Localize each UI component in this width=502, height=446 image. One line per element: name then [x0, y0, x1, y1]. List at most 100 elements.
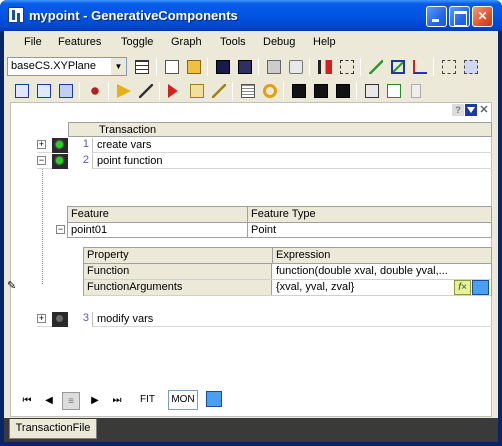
status-indicator-icon[interactable] [52, 312, 68, 327]
transaction-column-header[interactable]: Transaction [68, 122, 492, 137]
toolbar-separator [159, 82, 160, 100]
script-view-icon[interactable]: ≡ [62, 392, 80, 410]
play-icon[interactable] [114, 81, 134, 101]
status-indicator-icon[interactable] [52, 138, 68, 153]
menu-help[interactable]: Help [313, 36, 336, 48]
hierarchy-icon[interactable] [384, 81, 404, 101]
expression-value[interactable]: function(double xval, double yval,... [273, 264, 491, 279]
toolbar-secondary [4, 78, 498, 104]
feature-column-header[interactable]: Feature [68, 207, 248, 223]
component-icon[interactable] [461, 57, 481, 77]
maximize-button[interactable] [449, 6, 470, 27]
step-into-icon[interactable] [315, 57, 335, 77]
first-icon[interactable]: ⏮ [18, 392, 36, 410]
menu-tools[interactable]: Tools [220, 36, 246, 48]
toolbar-main: baseCS.XYPlane ▼ [4, 54, 498, 80]
collapse-graph-icon[interactable] [311, 81, 331, 101]
plane-tool-icon[interactable] [388, 57, 408, 77]
cube-icon[interactable] [362, 81, 382, 101]
edit-pencil-icon: ✎ [7, 280, 17, 292]
tab-transaction-file[interactable]: TransactionFile [9, 419, 97, 439]
last-icon[interactable]: ⏭ [108, 392, 126, 410]
step-play-icon[interactable] [165, 81, 185, 101]
toolbar-separator [232, 82, 233, 100]
graph-link-icon[interactable] [56, 81, 76, 101]
menu-toggle[interactable]: Toggle [121, 36, 153, 48]
property-row[interactable]: FunctionArguments {xval, yval, zval} f× [84, 280, 491, 296]
bottom-tab-strip: TransactionFile [4, 418, 498, 442]
menu-debug[interactable]: Debug [263, 36, 295, 48]
collapse-icon[interactable]: − [56, 225, 65, 234]
tree-connector [42, 169, 43, 284]
save-icon[interactable] [213, 57, 233, 77]
delete-node-icon[interactable] [85, 81, 105, 101]
toolbar-separator [309, 58, 310, 76]
window-frame-bottom [0, 442, 502, 446]
feature-cell[interactable]: − point01 [56, 223, 248, 238]
transaction-name: create vars [97, 139, 152, 151]
list-icon[interactable] [238, 81, 258, 101]
panel-toolbar: ? ✕ [451, 103, 491, 117]
expression-input[interactable]: {xval, yval, zval} [273, 280, 451, 295]
toolbar-separator [207, 58, 208, 76]
line-tool-icon[interactable] [366, 57, 386, 77]
script-icon[interactable] [264, 57, 284, 77]
toolbar-separator [360, 58, 361, 76]
connect-icon[interactable] [209, 81, 229, 101]
grid-icon[interactable] [132, 57, 152, 77]
minimize-button[interactable] [426, 6, 447, 27]
cluster-icon[interactable] [439, 57, 459, 77]
menu-features[interactable]: Features [58, 36, 101, 48]
menu-file[interactable]: File [24, 36, 42, 48]
property-name: Function [84, 264, 272, 279]
list-view-icon[interactable] [206, 391, 222, 407]
transaction-panel: ? ✕ Transaction + 1 create vars − 2 poin… [7, 102, 492, 417]
expression-column-header[interactable]: Expression [273, 248, 491, 264]
dropdown-icon[interactable] [465, 104, 477, 116]
next-icon[interactable]: ▶ [86, 392, 104, 410]
chevron-down-icon[interactable]: ▼ [111, 58, 126, 75]
property-row[interactable]: Function function(double xval, double yv… [84, 264, 491, 280]
mon-button[interactable]: MON [168, 390, 198, 410]
expression-header-label: Expression [276, 249, 331, 261]
toolbar-separator [79, 82, 80, 100]
expand-icon[interactable]: + [37, 314, 46, 323]
new-file-icon[interactable] [162, 57, 182, 77]
feature-type-cell[interactable]: Point [248, 223, 491, 238]
menu-bar: File Features Toggle Graph Tools Debug H… [4, 31, 498, 54]
title-bar[interactable]: mypoint - GenerativeComponents ✕ [0, 0, 502, 31]
menu-graph[interactable]: Graph [171, 36, 202, 48]
expand-icon[interactable]: + [37, 140, 46, 149]
help-icon[interactable]: ? [452, 104, 464, 116]
property-column-header[interactable]: Property [84, 248, 273, 264]
axes-icon[interactable] [410, 57, 430, 77]
transaction-row[interactable]: − 2 point function [37, 154, 492, 169]
graph-layout-icon[interactable] [12, 81, 32, 101]
fit-button[interactable]: FIT [140, 394, 155, 405]
feature-type-column-header[interactable]: Feature Type [248, 207, 491, 223]
graph-tree-icon[interactable] [34, 81, 54, 101]
node-network-icon[interactable] [187, 81, 207, 101]
refresh-icon[interactable] [286, 57, 306, 77]
transaction-row[interactable]: + 3 modify vars [37, 312, 492, 327]
cycle-icon[interactable] [260, 81, 280, 101]
collapse-icon[interactable]: − [37, 156, 46, 165]
pencil-icon[interactable] [136, 81, 156, 101]
transaction-row[interactable]: + 1 create vars [37, 138, 492, 153]
transaction-number: 1 [69, 138, 93, 153]
target-icon[interactable] [337, 57, 357, 77]
previous-icon[interactable]: ◀ [40, 392, 58, 410]
expand-graph-icon[interactable] [289, 81, 309, 101]
toolbar-separator [283, 82, 284, 100]
view-select[interactable]: baseCS.XYPlane ▼ [7, 57, 127, 76]
rearrange-graph-icon[interactable] [333, 81, 353, 101]
transaction-header-label: Transaction [99, 124, 157, 136]
close-icon[interactable]: ✕ [478, 104, 490, 116]
status-indicator-icon[interactable] [52, 154, 68, 169]
save-as-icon[interactable] [235, 57, 255, 77]
edit-grid-icon[interactable] [472, 280, 489, 295]
open-folder-icon[interactable] [184, 57, 204, 77]
function-editor-icon[interactable]: f× [454, 280, 471, 295]
close-button[interactable]: ✕ [472, 6, 493, 27]
toolbar-separator [156, 58, 157, 76]
